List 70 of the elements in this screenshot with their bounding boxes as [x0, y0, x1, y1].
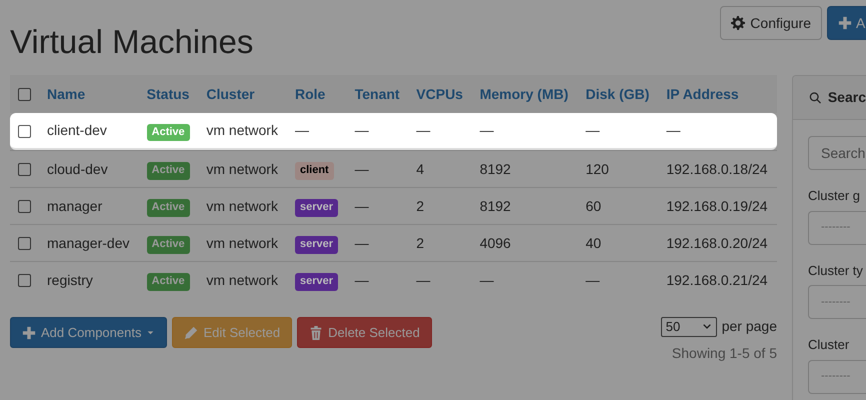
per-page-select[interactable]: 50	[660, 316, 717, 336]
cluster-link[interactable]: vm network	[206, 272, 278, 288]
cluster-link[interactable]: vm network	[206, 160, 278, 176]
empty-value: —	[480, 272, 494, 288]
filter-label: Cluster	[808, 336, 850, 354]
results-summary: Showing 1-5 of 5	[672, 344, 777, 363]
empty-value: —	[354, 272, 369, 288]
empty-value: —	[354, 198, 369, 214]
status-badge: Active	[146, 124, 190, 142]
table-cell: 8192	[480, 160, 511, 176]
panel-title: Searc	[828, 88, 866, 107]
status-badge: Active	[146, 199, 190, 217]
ip-address-link[interactable]: 192.168.0.21/24	[666, 272, 768, 288]
empty-value: —	[480, 122, 494, 138]
empty-value: —	[416, 272, 430, 288]
table-cell: 4096	[480, 234, 511, 250]
plus-icon	[22, 326, 36, 340]
row-checkbox[interactable]	[18, 200, 31, 214]
empty-value: —	[586, 122, 600, 138]
chevron-down-icon	[702, 322, 712, 332]
gear-icon	[731, 16, 746, 30]
empty-value: —	[586, 272, 600, 288]
pencil-icon	[184, 326, 198, 340]
row-checkbox[interactable]	[18, 124, 31, 138]
status-badge: Active	[146, 273, 190, 291]
page-title: Virtual Machines	[10, 22, 254, 60]
role-badge: client	[294, 162, 334, 180]
status-badge: Active	[146, 236, 190, 254]
empty-value: —	[354, 234, 369, 250]
delete-selected-button[interactable]: Delete Selected	[297, 317, 432, 348]
vm-name-link[interactable]: cloud-dev	[47, 160, 108, 176]
per-page-label: per page	[722, 317, 777, 336]
role-badge: server	[294, 273, 338, 291]
cluster-link[interactable]: vm network	[206, 198, 278, 214]
table-cell: 60	[586, 198, 602, 214]
plus-icon	[838, 16, 852, 30]
ip-address-link[interactable]: 192.168.0.20/24	[666, 234, 768, 250]
table-cell: 4	[416, 160, 424, 176]
add-components-button[interactable]: Add Components	[10, 317, 168, 348]
search-icon	[809, 90, 822, 104]
row-checkbox[interactable]	[18, 237, 31, 250]
empty-value: —	[294, 122, 309, 138]
table-cell: 2	[416, 198, 424, 214]
row-checkbox[interactable]	[18, 163, 31, 176]
table-cell: 8192	[480, 198, 511, 214]
table-cell: 120	[586, 160, 609, 176]
role-badge: server	[294, 199, 338, 217]
select-all-checkbox[interactable]	[18, 88, 31, 102]
search-field[interactable]: Search	[808, 136, 866, 170]
role-badge: server	[294, 236, 338, 254]
empty-value: —	[354, 160, 369, 176]
add-button[interactable]: A	[827, 6, 866, 40]
ip-address-link[interactable]: 192.168.0.19/24	[666, 198, 768, 214]
cluster-link[interactable]: vm network	[206, 234, 278, 250]
table-cell: 40	[586, 234, 602, 250]
table-cell: 2	[416, 234, 424, 250]
empty-value: —	[354, 122, 369, 138]
filter-label: Cluster g	[808, 187, 862, 205]
filter-label: Cluster ty	[808, 262, 864, 280]
trash-icon	[309, 326, 324, 340]
vm-name-link[interactable]: manager	[47, 198, 102, 214]
configure-button[interactable]: Configure	[720, 6, 822, 40]
column-header[interactable]: Name	[47, 86, 86, 102]
empty-value: —	[416, 122, 430, 138]
status-badge: Active	[146, 162, 190, 180]
vm-name-link[interactable]: registry	[47, 272, 93, 288]
ip-address-link[interactable]: 192.168.0.18/24	[666, 160, 768, 176]
empty-value: —	[666, 122, 680, 138]
row-checkbox[interactable]	[18, 274, 31, 288]
vm-name-link[interactable]: manager-dev	[47, 234, 130, 250]
